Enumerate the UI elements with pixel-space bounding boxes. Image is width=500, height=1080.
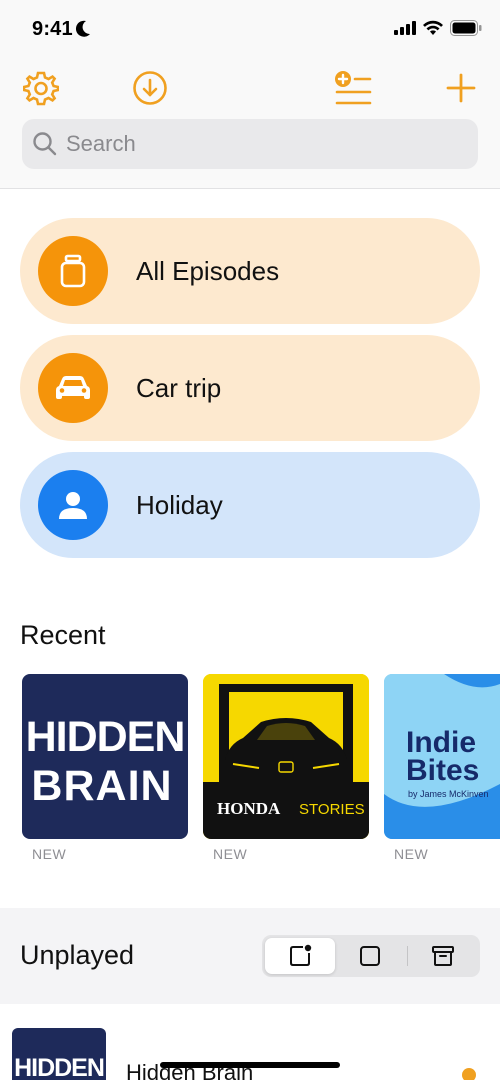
artwork-line1: HIDDEN xyxy=(14,1054,104,1080)
new-badge: NEW xyxy=(394,846,429,862)
unplayed-indicator-dot xyxy=(462,1068,476,1080)
station-label: Car trip xyxy=(136,372,222,403)
search-icon xyxy=(33,132,57,156)
moon-icon xyxy=(75,20,90,37)
cellular-signal-icon xyxy=(394,21,416,35)
segment-all[interactable] xyxy=(335,938,405,974)
gear-icon xyxy=(23,71,59,106)
station-label: Holiday xyxy=(136,489,223,520)
car-icon xyxy=(56,376,90,399)
unplayed-section-title: Unplayed xyxy=(20,940,135,970)
station-all-episodes[interactable]: All Episodes xyxy=(20,218,480,324)
station-icon-badge xyxy=(38,353,108,423)
artwork-brand: HONDA xyxy=(217,799,281,818)
header-divider xyxy=(0,188,500,189)
podcast-artwork: HIDDEN xyxy=(14,1054,105,1080)
artwork-line2: BRAIN xyxy=(31,762,172,810)
podcast-artwork: HONDA STORIES xyxy=(203,674,369,839)
search-field[interactable]: Search xyxy=(22,119,478,169)
add-button[interactable] xyxy=(441,68,481,108)
unplayed-filter-control xyxy=(262,935,480,977)
new-badge: NEW xyxy=(213,846,248,862)
battery-icon xyxy=(450,20,482,36)
settings-button[interactable] xyxy=(21,68,61,108)
artwork-subtitle: STORIES xyxy=(299,801,365,818)
status-indicators xyxy=(394,20,482,36)
segment-archived[interactable] xyxy=(408,938,478,974)
add-to-list-button[interactable] xyxy=(333,68,373,108)
recent-podcast-indie-bites[interactable]: Indie Bites by James McKinven xyxy=(384,674,500,839)
artwork-byline: by James McKinven xyxy=(408,789,489,799)
jar-icon xyxy=(60,254,86,288)
search-placeholder: Search xyxy=(66,131,136,156)
recent-podcast-hidden-brain[interactable]: HIDDEN BRAIN xyxy=(22,674,188,839)
artwork-line2: Bites xyxy=(406,754,479,787)
wifi-icon xyxy=(423,20,443,35)
station-icon-badge xyxy=(38,236,108,306)
episode-artwork[interactable]: HIDDEN xyxy=(12,1028,106,1080)
podcast-artwork: HIDDEN BRAIN xyxy=(26,713,186,810)
plus-icon xyxy=(446,73,476,103)
station-icon-badge xyxy=(38,470,108,540)
recent-section-title: Recent xyxy=(20,620,106,650)
home-indicator[interactable] xyxy=(160,1062,340,1068)
station-holiday[interactable]: Holiday xyxy=(20,452,480,558)
new-badge: NEW xyxy=(32,846,67,862)
add-to-list-icon xyxy=(335,71,372,105)
download-icon xyxy=(133,71,167,105)
station-label: All Episodes xyxy=(136,255,280,286)
downloads-button[interactable] xyxy=(130,68,170,108)
person-icon xyxy=(59,492,87,519)
recent-podcast-honda-stories[interactable]: HONDA STORIES xyxy=(203,674,369,839)
status-time: 9:41 xyxy=(32,18,73,40)
segment-unplayed[interactable] xyxy=(265,938,335,974)
artwork-line1: HIDDEN xyxy=(26,713,185,761)
square-icon xyxy=(360,946,380,966)
unplayed-icon xyxy=(290,944,312,966)
archive-icon xyxy=(432,946,454,966)
podcast-artwork: Indie Bites by James McKinven xyxy=(384,674,500,839)
station-car-trip[interactable]: Car trip xyxy=(20,335,480,441)
